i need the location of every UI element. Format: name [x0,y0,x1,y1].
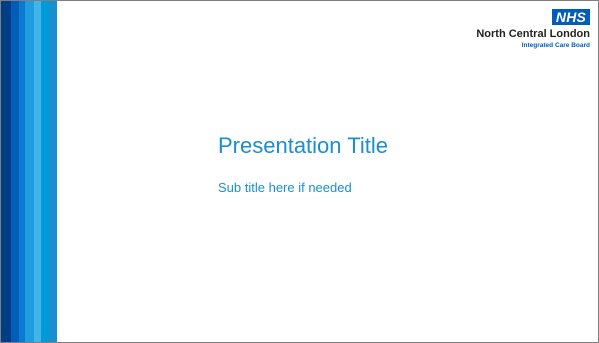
organisation-name: North Central London [476,28,590,40]
nhs-logo: NHS North Central London Integrated Care… [460,9,590,61]
stripe-2 [11,1,19,342]
nhs-wordmark: NHS [552,9,590,25]
slide: NHS North Central London Integrated Care… [0,0,599,343]
decorative-stripes [1,1,57,342]
stripe-5 [34,1,41,342]
presentation-title: Presentation Title [218,133,388,158]
stripe-7 [49,1,57,342]
organisation-subtitle: Integrated Care Board [521,42,590,49]
stripe-6 [41,1,49,342]
stripe-4 [25,1,34,342]
stripe-1 [1,1,11,342]
presentation-subtitle: Sub title here if needed [218,180,352,195]
